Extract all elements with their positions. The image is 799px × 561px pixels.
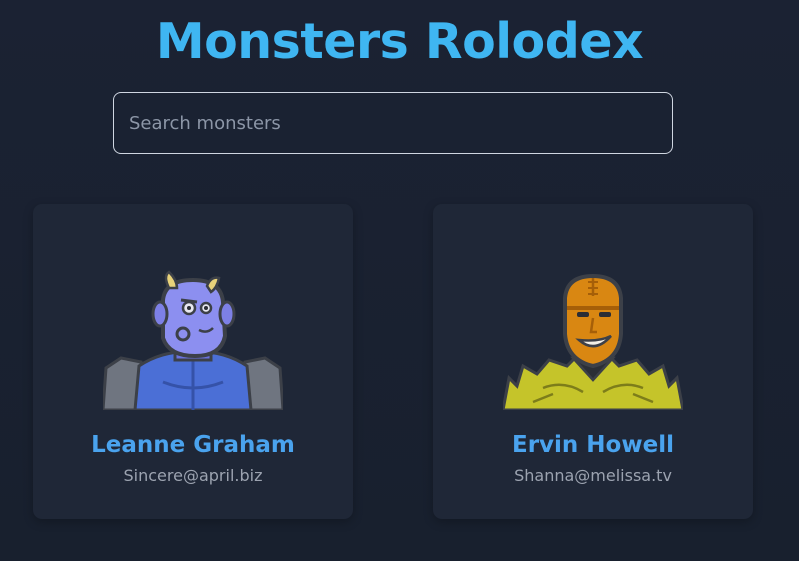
monster-email: Sincere@april.biz — [123, 466, 263, 485]
orange-spiky-monster-icon — [503, 273, 683, 410]
monster-card[interactable]: Leanne Graham Sincere@april.biz — [33, 204, 353, 519]
monster-card[interactable]: Ervin Howell Shanna@melissa.tv — [433, 204, 753, 519]
search-input[interactable] — [113, 92, 673, 154]
blue-horned-monster-icon — [103, 270, 283, 410]
page-title: Monsters Rolodex — [155, 13, 644, 70]
monster-name: Leanne Graham — [91, 432, 295, 458]
app-root: Monsters Rolodex Search monsters Leanne … — [0, 0, 799, 561]
monster-email: Shanna@melissa.tv — [514, 466, 672, 485]
monster-name: Ervin Howell — [512, 432, 674, 458]
